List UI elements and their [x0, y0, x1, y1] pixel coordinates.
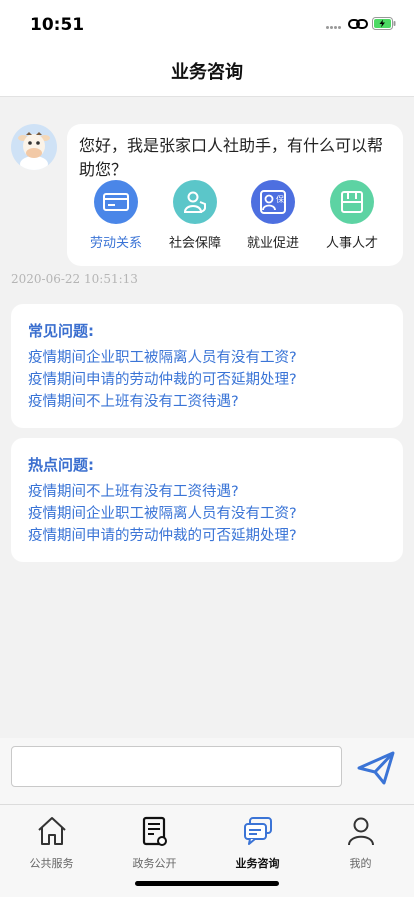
- tab-public-services[interactable]: 公共服务: [0, 805, 103, 871]
- person-shield-icon: [173, 180, 217, 224]
- home-indicator: [135, 881, 279, 886]
- tab-government-affairs[interactable]: 政务公开: [103, 805, 206, 871]
- message-input[interactable]: [11, 746, 342, 787]
- svg-text:保: 保: [276, 194, 284, 204]
- tab-label: 业务咨询: [235, 857, 280, 870]
- page-title: 业务咨询: [171, 62, 243, 83]
- home-icon: [37, 817, 66, 845]
- faq-question-link[interactable]: 疫情期间企业职工被隔离人员有没有工资?: [28, 346, 297, 367]
- battery-icon: [372, 17, 396, 30]
- faq-question-link[interactable]: 疫情期间申请的劳动仲裁的可否延期处理?: [28, 368, 297, 389]
- send-icon[interactable]: [356, 750, 396, 786]
- category-label: 社会保障: [168, 236, 221, 251]
- link-icon: [348, 19, 368, 29]
- category-labor-relations[interactable]: 劳动关系: [76, 180, 156, 251]
- category-personnel-talent[interactable]: 人事人才: [312, 180, 392, 251]
- signal-icon: [326, 26, 344, 30]
- tab-label: 公共服务: [29, 857, 74, 870]
- tab-business-consult[interactable]: 业务咨询: [206, 805, 309, 871]
- tab-label: 政务公开: [132, 857, 177, 870]
- hot-question-link[interactable]: 疫情期间企业职工被隔离人员有没有工资?: [28, 502, 297, 523]
- hot-question-link[interactable]: 疫情期间不上班有没有工资待遇?: [28, 480, 239, 501]
- message-timestamp: 2020-06-22 10:51:13: [11, 272, 138, 286]
- status-bar: 10:51: [0, 0, 414, 50]
- faq-title: 常见问题:: [28, 322, 94, 340]
- navigation-bar: 业务咨询: [0, 50, 414, 97]
- card-icon: [94, 180, 138, 224]
- chat-icon: [243, 817, 272, 845]
- category-label: 人事人才: [325, 236, 378, 251]
- category-label: 就业促进: [246, 236, 299, 251]
- hot-questions-title: 热点问题:: [28, 456, 94, 474]
- category-social-security[interactable]: 社会保障: [155, 180, 235, 251]
- id-badge-icon: 保: [251, 180, 295, 224]
- greeting-bubble: 您好，我是张家口人社助手，有什么可以帮助您？ 劳动关系 社会保障 保 就业促进 …: [67, 124, 403, 266]
- status-time: 10:51: [30, 15, 85, 35]
- faq-card: 常见问题: 疫情期间企业职工被隔离人员有没有工资? 疫情期间申请的劳动仲裁的可否…: [11, 304, 403, 428]
- cow-mascot-icon: [18, 132, 50, 170]
- bot-avatar: [11, 124, 57, 170]
- category-employment-promotion[interactable]: 保 就业促进: [233, 180, 313, 251]
- document-icon: [142, 816, 167, 846]
- tab-label: 我的: [349, 857, 372, 870]
- category-label: 劳动关系: [89, 236, 142, 251]
- faq-question-link[interactable]: 疫情期间不上班有没有工资待遇?: [28, 390, 239, 411]
- folder-icon: [330, 180, 374, 224]
- hot-question-link[interactable]: 疫情期间申请的劳动仲裁的可否延期处理?: [28, 524, 297, 545]
- greeting-text: 您好，我是张家口人社助手，有什么可以帮助您？: [79, 136, 384, 179]
- tab-my[interactable]: 我的: [309, 805, 412, 871]
- user-icon: [347, 817, 374, 846]
- message-input-bar: [0, 738, 414, 804]
- hot-questions-card: 热点问题: 疫情期间不上班有没有工资待遇? 疫情期间企业职工被隔离人员有没有工资…: [11, 438, 403, 562]
